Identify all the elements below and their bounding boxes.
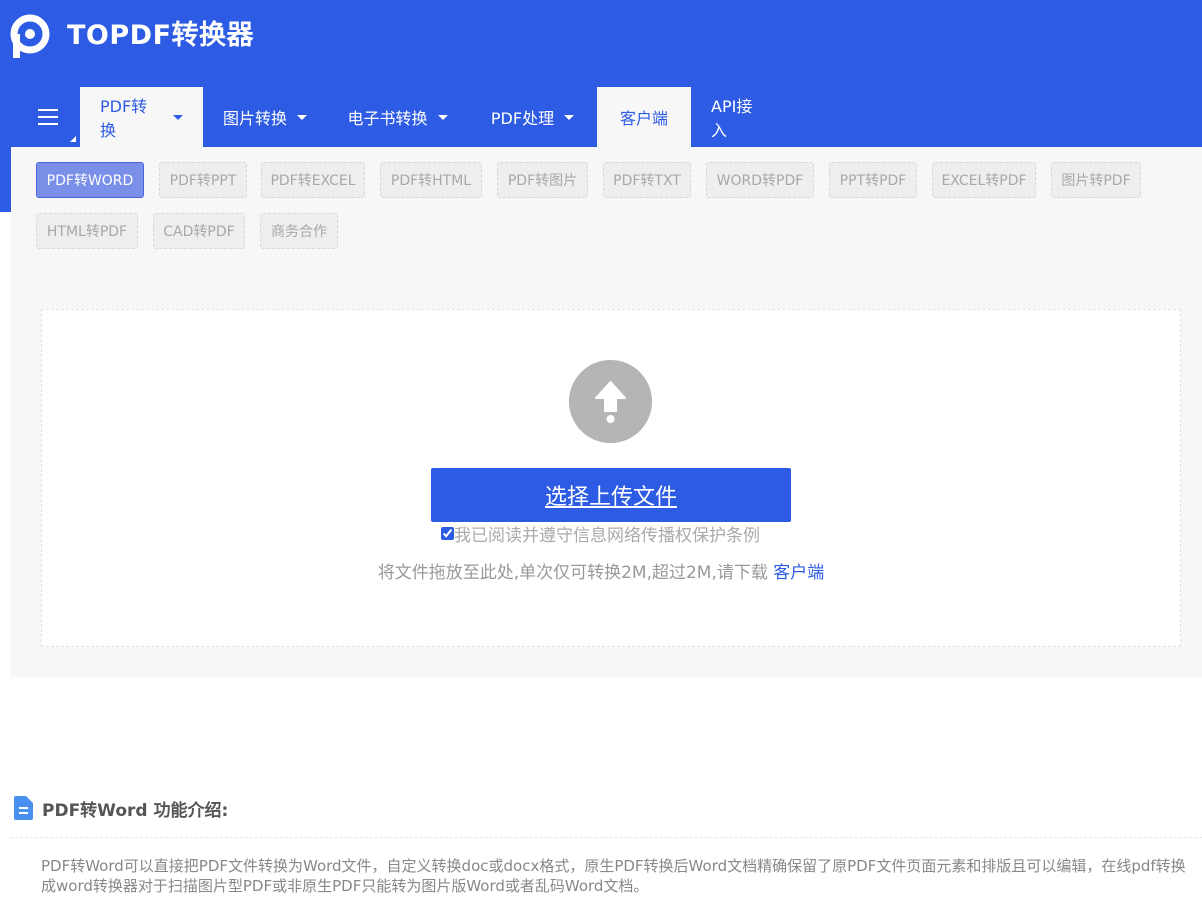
agreement-row: 我已阅读并遵守信息网络传播权保护条例	[441, 521, 760, 546]
tool-pdf-to-html[interactable]: PDF转HTML	[380, 162, 482, 198]
tool-ppt-to-pdf[interactable]: PPT转PDF	[829, 162, 917, 198]
hamburger-menu-button[interactable]	[0, 87, 80, 147]
upload-hint: 将文件拖放至此处,单次仅可转换2M,超过2M,请下载 客户端	[0, 558, 1202, 583]
upload-arrow-icon[interactable]	[569, 360, 652, 443]
nav-pdf-convert[interactable]: PDF转换	[80, 87, 203, 147]
agreement-checkbox[interactable]	[441, 526, 454, 540]
intro-header: PDF转Word 功能介绍:	[14, 794, 228, 822]
nav-pdf-process[interactable]: PDF处理	[468, 87, 597, 147]
hamburger-icon-bar	[38, 123, 58, 125]
tool-pdf-to-image[interactable]: PDF转图片	[497, 162, 588, 198]
tool-word-to-pdf[interactable]: WORD转PDF	[706, 162, 814, 198]
chevron-down-icon	[297, 114, 307, 120]
corner-indicator-icon	[70, 136, 76, 142]
divider	[10, 837, 1202, 838]
select-upload-file-button[interactable]: 选择上传文件	[431, 468, 791, 522]
chevron-down-icon	[564, 114, 575, 120]
intro-paragraph: PDF转Word可以直接把PDF文件转换为Word文件，自定义转换doc或doc…	[41, 857, 1186, 895]
topdf-logo-icon[interactable]	[10, 14, 50, 58]
tool-html-to-pdf[interactable]: HTML转PDF	[36, 213, 138, 249]
main-nav: PDF转换 图片转换 电子书转换 PDF处理 客户端 API接入	[0, 87, 787, 147]
nav-image-convert-label: 图片转换	[223, 109, 288, 128]
chevron-down-icon	[437, 114, 448, 120]
tool-image-to-pdf[interactable]: 图片转PDF	[1051, 162, 1141, 198]
hamburger-icon-bar	[38, 116, 58, 118]
hamburger-icon	[38, 109, 58, 111]
nav-ebook-convert[interactable]: 电子书转换	[327, 87, 468, 147]
nav-client[interactable]: 客户端	[597, 87, 691, 147]
brand-title[interactable]: TOPDF转换器	[67, 17, 254, 55]
nav-pdf-convert-label: PDF转换	[100, 97, 148, 140]
tool-excel-to-pdf[interactable]: EXCEL转PDF	[932, 162, 1036, 198]
nav-client-label: 客户端	[619, 109, 668, 128]
nav-api-label: API接入	[711, 97, 753, 140]
agreement-text: 我已阅读并遵守信息网络传播权保护条例	[454, 525, 760, 546]
intro-title: PDF转Word 功能介绍:	[42, 800, 229, 821]
tool-cad-to-pdf[interactable]: CAD转PDF	[153, 213, 245, 249]
nav-image-convert[interactable]: 图片转换	[203, 87, 327, 147]
tool-business-cooperation[interactable]: 商务合作	[260, 213, 338, 249]
nav-pdf-process-label: PDF处理	[490, 109, 555, 128]
tool-pdf-to-word[interactable]: PDF转WORD	[36, 162, 144, 198]
tool-pdf-to-excel[interactable]: PDF转EXCEL	[261, 162, 365, 198]
download-client-link[interactable]: 客户端	[773, 563, 824, 583]
tool-pdf-to-ppt[interactable]: PDF转PPT	[159, 162, 247, 198]
tool-pdf-to-txt[interactable]: PDF转TXT	[603, 162, 691, 198]
upload-hint-text: 将文件拖放至此处,单次仅可转换2M,超过2M,请下载	[377, 563, 768, 583]
chevron-down-icon	[173, 114, 183, 120]
document-icon	[14, 796, 33, 820]
nav-api[interactable]: API接入	[691, 87, 787, 147]
nav-ebook-convert-label: 电子书转换	[347, 109, 428, 128]
